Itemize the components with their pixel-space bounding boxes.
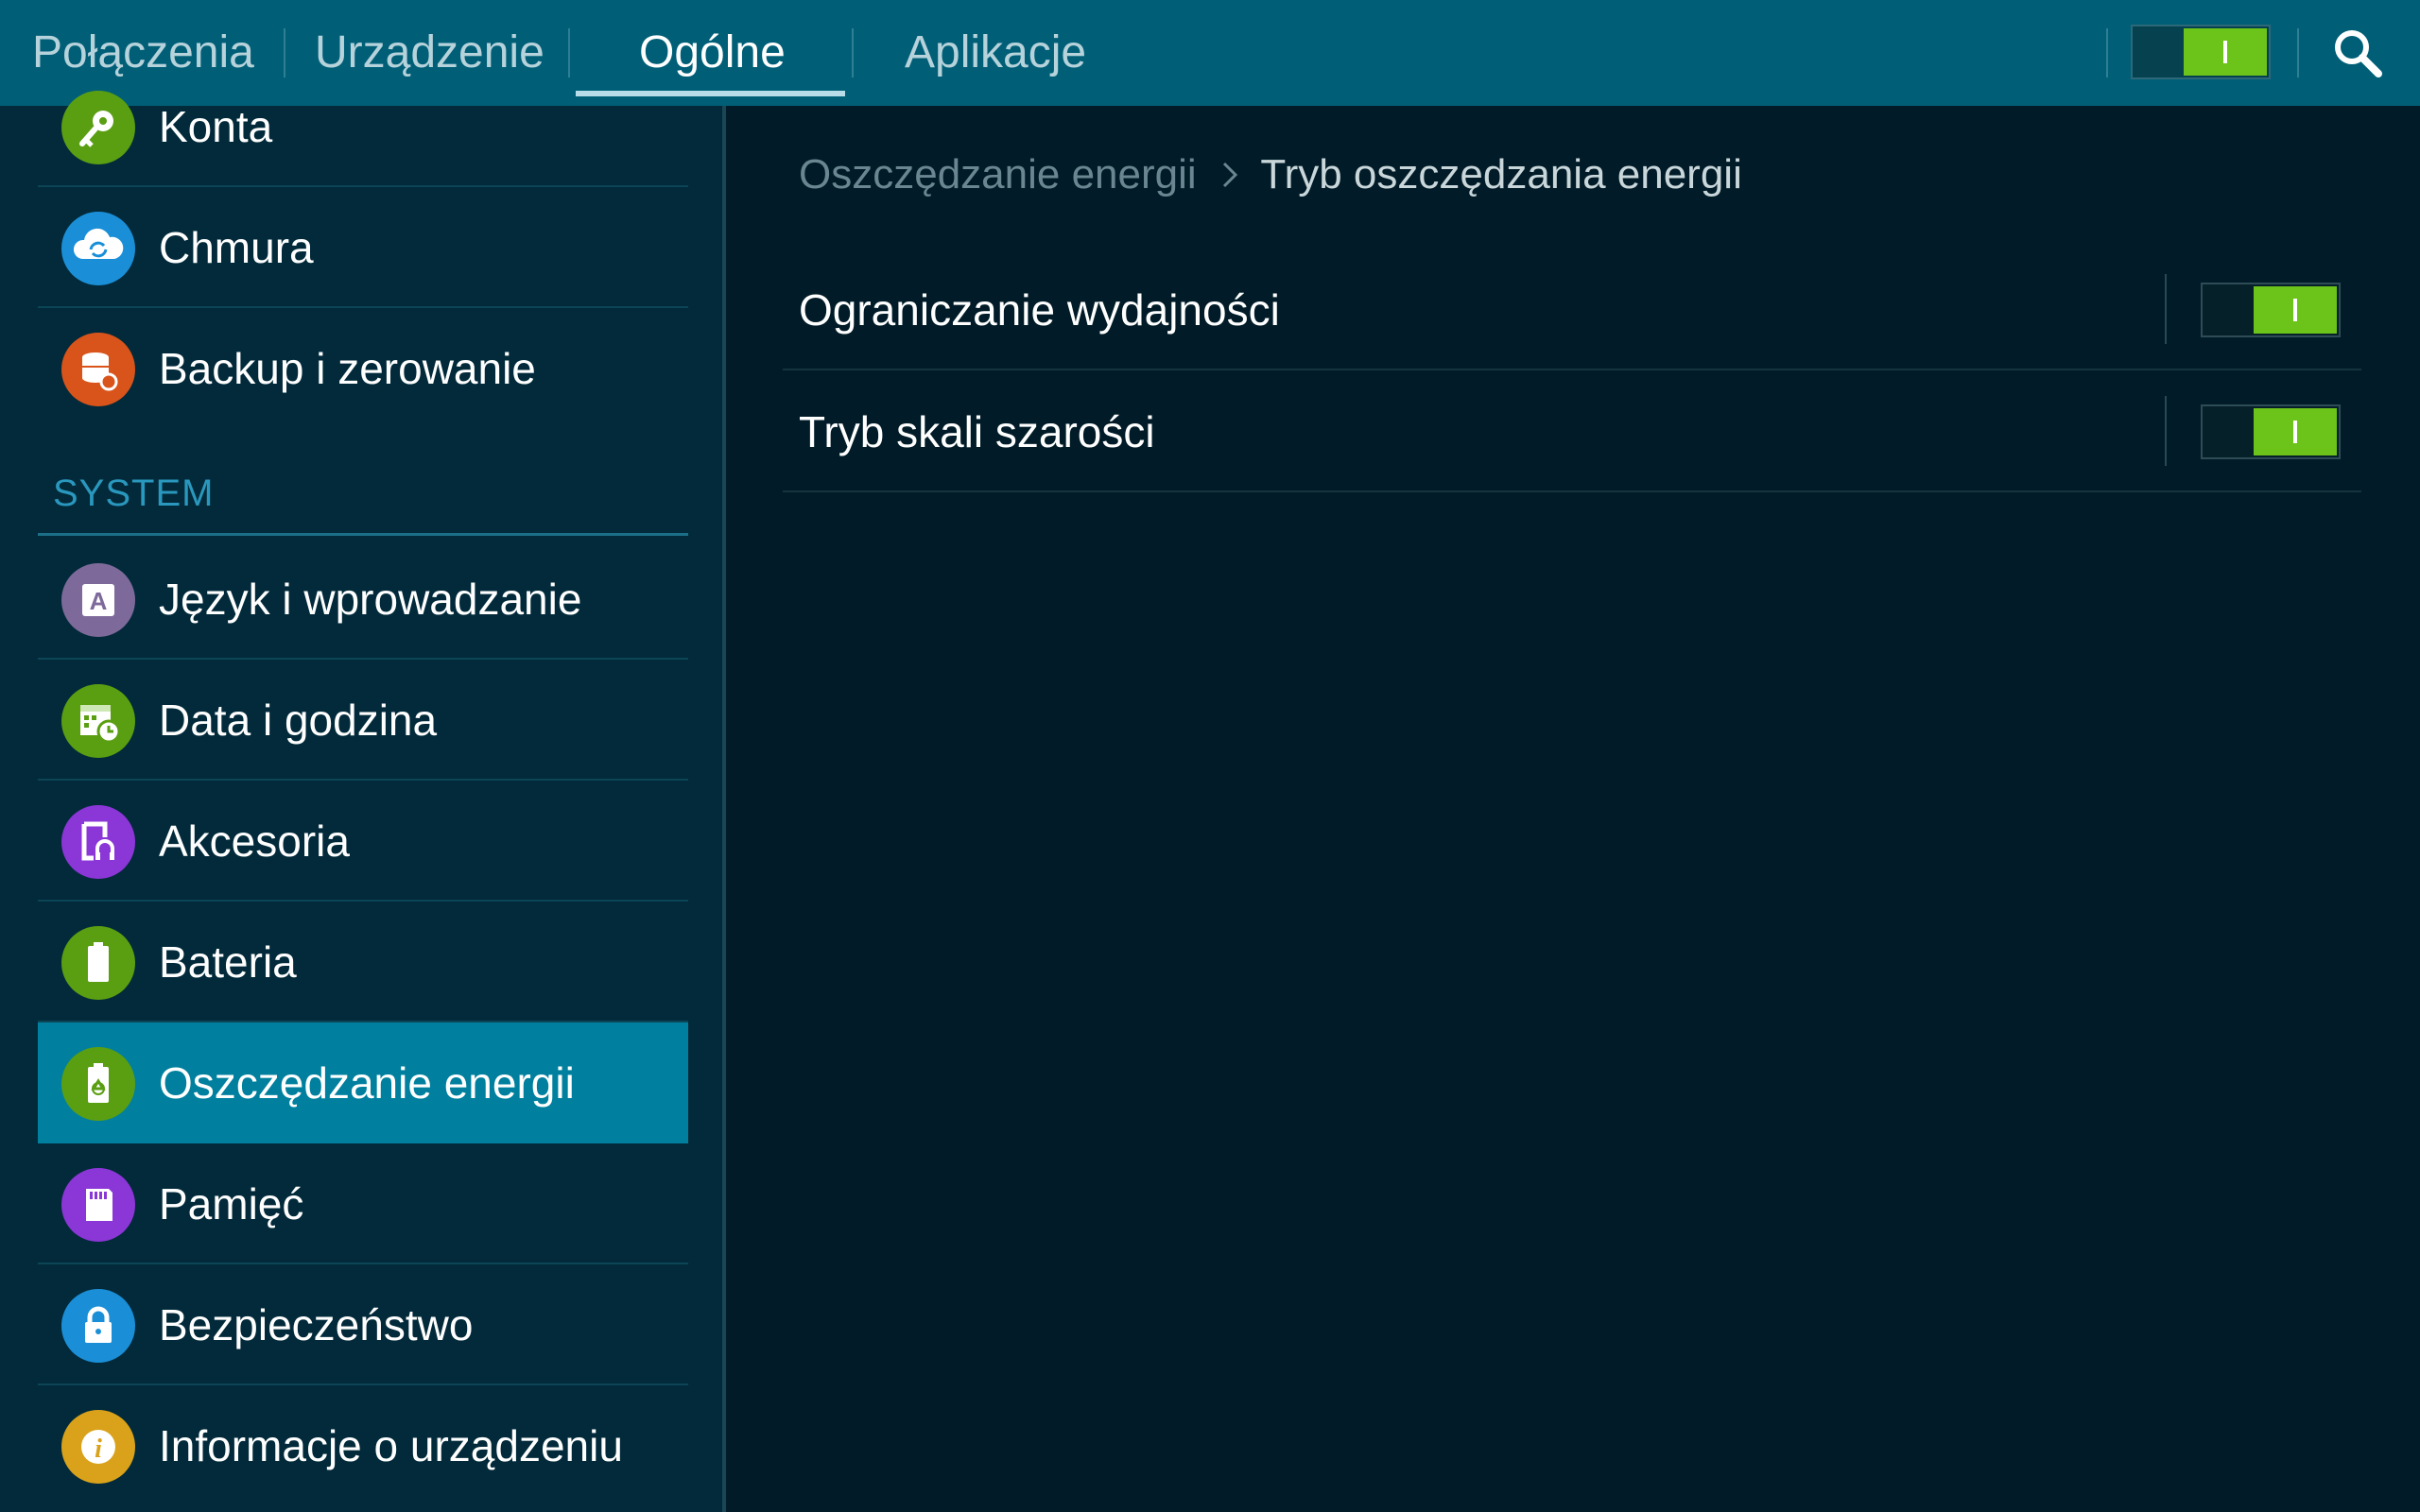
sidebar-item-informacje[interactable]: i Informacje o urządzeniu (38, 1385, 688, 1506)
toolbar-separator (2297, 28, 2299, 77)
breadcrumb-parent[interactable]: Oszczędzanie energii (799, 151, 1197, 198)
setting-label: Tryb skali szarości (799, 407, 1155, 456)
sidebar-item-pamiec[interactable]: Pamięć (38, 1143, 688, 1264)
setting-row-ograniczanie-wydajnosci[interactable]: Ograniczanie wydajności (783, 249, 2361, 370)
sidebar-item-chmura[interactable]: Chmura (38, 187, 688, 308)
sidebar-item-bateria[interactable]: Bateria (38, 902, 688, 1022)
sidebar-item-backup[interactable]: Backup i zerowanie (38, 308, 688, 429)
breadcrumb-current: Tryb oszczędzania energii (1260, 151, 1742, 198)
sidebar-item-konta[interactable]: Konta (38, 66, 688, 187)
switch-knob (2254, 286, 2337, 334)
sidebar-item-oszczedzanie-energii[interactable]: Oszczędzanie energii (38, 1022, 688, 1143)
row-separator (2165, 274, 2167, 344)
ograniczanie-wydajnosci-toggle[interactable] (2201, 283, 2341, 337)
sd-card-icon (61, 1168, 135, 1242)
search-icon[interactable] (2331, 26, 2384, 79)
sidebar-item-label: Pamięć (159, 1179, 304, 1228)
key-icon (61, 91, 135, 164)
sidebar-item-label: Oszczędzanie energii (159, 1058, 575, 1108)
toolbar-separator (2106, 28, 2108, 77)
battery-icon (61, 926, 135, 1000)
setting-row-tryb-skali-szarosci[interactable]: Tryb skali szarości (783, 371, 2361, 492)
sidebar-item-label: Konta (159, 102, 273, 151)
sidebar-item-label: Backup i zerowanie (159, 344, 536, 393)
setting-label: Ograniczanie wydajności (799, 285, 1280, 335)
panel-divider (722, 106, 726, 1512)
sidebar-item-label: Chmura (159, 223, 314, 272)
svg-text:i: i (95, 1435, 102, 1464)
tab-aplikacje[interactable]: Aplikacje (905, 0, 1086, 106)
switch-knob (2184, 28, 2267, 76)
svg-text:A: A (90, 587, 108, 615)
sidebar-item-jezyk[interactable]: A Język i wprowadzanie (38, 539, 688, 660)
lock-icon (61, 1289, 135, 1363)
sidebar-item-label: Język i wprowadzanie (159, 575, 582, 624)
sidebar-item-bezpieczenstwo[interactable]: Bezpieczeństwo (38, 1264, 688, 1385)
cloud-sync-icon (61, 212, 135, 285)
switch-knob (2254, 408, 2337, 455)
divider (783, 369, 2361, 370)
sidebar-item-label: Bateria (159, 937, 297, 987)
master-power-saving-switch[interactable] (2131, 25, 2271, 79)
info-icon: i (61, 1410, 135, 1484)
tab-separator (852, 28, 854, 77)
row-separator (2165, 396, 2167, 466)
keyboard-a-icon: A (61, 563, 135, 637)
calendar-clock-icon (61, 684, 135, 758)
divider (783, 490, 2361, 492)
accessory-icon (61, 805, 135, 879)
sidebar-item-label: Bezpieczeństwo (159, 1300, 474, 1349)
sidebar-item-label: Informacje o urządzeniu (159, 1421, 623, 1470)
section-header-system: SYSTEM (53, 472, 215, 514)
chevron-right-icon (1222, 162, 1238, 188)
breadcrumb: Oszczędzanie energii Tryb oszczędzania e… (799, 151, 1742, 198)
power-saving-battery-icon (61, 1047, 135, 1121)
section-divider (38, 533, 688, 536)
backup-database-icon (61, 333, 135, 406)
sidebar-item-label: Data i godzina (159, 696, 438, 745)
tryb-skali-szarosci-toggle[interactable] (2201, 404, 2341, 459)
sidebar-item-label: Akcesoria (159, 816, 350, 866)
sidebar-item-akcesoria[interactable]: Akcesoria (38, 781, 688, 902)
sidebar-item-data-godzina[interactable]: Data i godzina (38, 660, 688, 781)
